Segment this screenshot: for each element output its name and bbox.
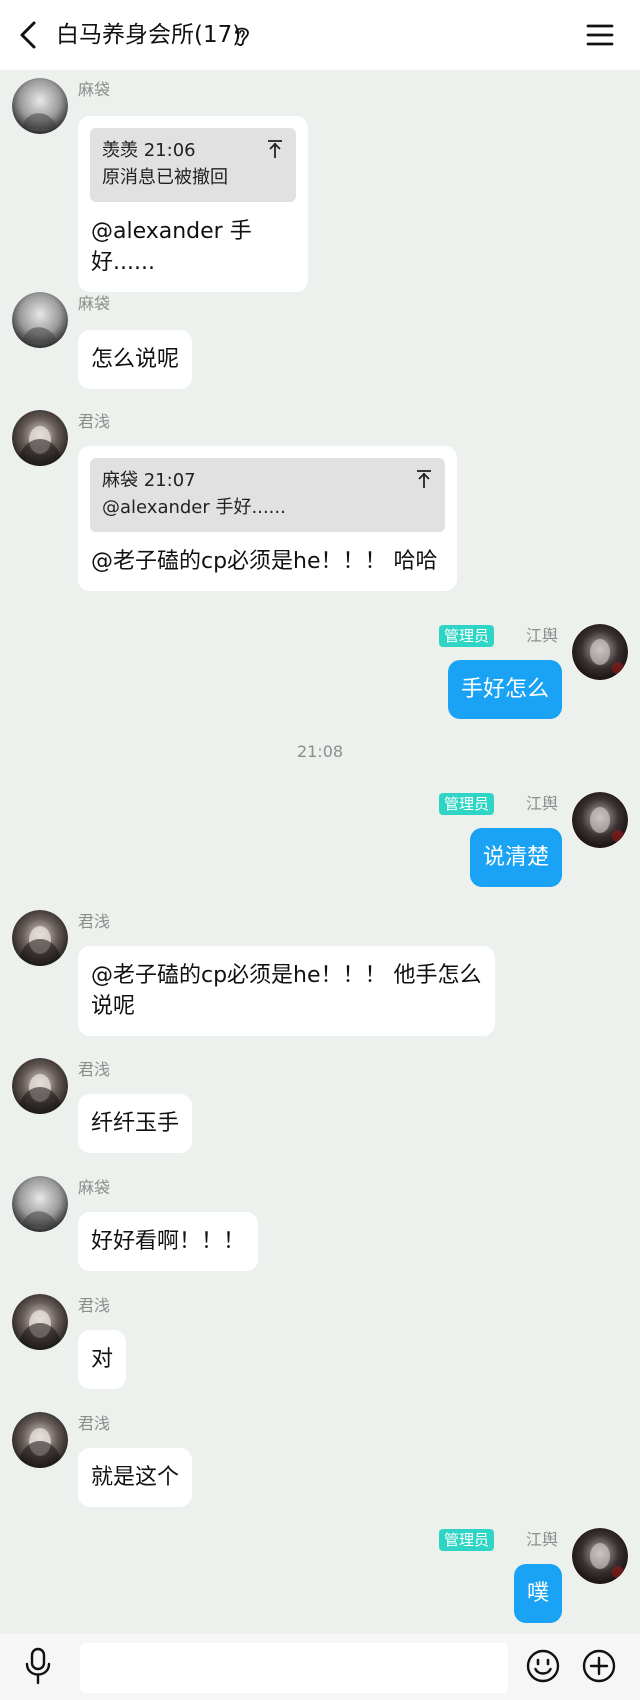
message-text: @老子磕的cp必须是he！！！ 他手怎么说呢 xyxy=(91,963,482,1019)
avatar[interactable] xyxy=(572,792,628,848)
message-text: 手好怎么 xyxy=(460,677,549,702)
sender-name: 麻袋 xyxy=(78,294,111,313)
avatar[interactable] xyxy=(572,1528,628,1584)
avatar[interactable] xyxy=(12,1294,68,1350)
message-text: 怎么说呢 xyxy=(91,347,180,372)
message-bubble[interactable]: 怎么说呢 xyxy=(78,330,193,389)
message-bubble[interactable]: 就是这个 xyxy=(78,1448,193,1507)
sender-name: 君浅 xyxy=(78,912,111,931)
menu-icon[interactable] xyxy=(586,22,614,48)
message-bubble[interactable]: 手好怎么 xyxy=(447,660,562,719)
plus-icon[interactable] xyxy=(582,1649,616,1683)
avatar[interactable] xyxy=(12,1058,68,1114)
sender-name: 麻袋 xyxy=(78,1178,111,1197)
time-divider: 21:08 xyxy=(296,742,344,761)
jump-to-quote-icon[interactable] xyxy=(415,468,433,490)
input-bar xyxy=(0,1634,640,1700)
sender-name: 君浅 xyxy=(78,1060,111,1079)
chat-title[interactable]: 白马养身会所(17) xyxy=(56,18,241,52)
sender-name: 江舆 xyxy=(525,1530,558,1549)
message-text: @alexander 手好...... xyxy=(91,219,252,275)
admin-badge: 管理员 xyxy=(438,793,494,815)
admin-badge: 管理员 xyxy=(438,1529,494,1551)
message-bubble[interactable]: 麻袋 21:07 @alexander 手好...... @老子磕的cp必须是h… xyxy=(78,446,457,591)
avatar[interactable] xyxy=(12,1176,68,1232)
message-bubble[interactable]: @老子磕的cp必须是he！！！ 他手怎么说呢 xyxy=(78,946,495,1036)
quote-header: 麻袋 21:07 xyxy=(102,470,196,491)
jump-to-quote-icon[interactable] xyxy=(266,138,284,160)
message-text: 纤纤玉手 xyxy=(91,1111,180,1136)
message-text: 噗 xyxy=(526,1581,549,1606)
sender-name: 君浅 xyxy=(78,1414,111,1433)
sender-name: 江舆 xyxy=(525,626,558,645)
message-text: 说清楚 xyxy=(482,845,549,870)
message-bubble[interactable]: 说清楚 xyxy=(469,828,562,887)
avatar[interactable] xyxy=(12,1412,68,1468)
message-input[interactable] xyxy=(80,1643,508,1693)
message-text: 好好看啊！！！ xyxy=(91,1229,246,1254)
quote-header: 羡羡 21:06 xyxy=(102,140,196,161)
message-text: 就是这个 xyxy=(91,1465,180,1490)
message-bubble[interactable]: 好好看啊！！！ xyxy=(78,1212,259,1271)
message-bubble[interactable]: 羡羡 21:06 原消息已被撤回 @alexander 手好...... xyxy=(78,116,308,292)
avatar[interactable] xyxy=(12,292,68,348)
sender-name: 君浅 xyxy=(78,1296,111,1315)
emoji-icon[interactable] xyxy=(526,1649,560,1683)
avatar[interactable] xyxy=(12,78,68,134)
microphone-icon[interactable] xyxy=(22,1646,54,1686)
quote-text: @alexander 手好...... xyxy=(102,497,286,518)
avatar[interactable] xyxy=(12,410,68,466)
sender-name: 麻袋 xyxy=(78,80,111,99)
ear-icon[interactable] xyxy=(232,24,252,48)
admin-badge: 管理员 xyxy=(438,625,494,647)
sender-name: 江舆 xyxy=(525,794,558,813)
back-arrow-icon[interactable] xyxy=(14,19,44,51)
message-text: 对 xyxy=(91,1347,114,1372)
message-bubble[interactable]: 对 xyxy=(78,1330,127,1389)
quoted-message[interactable]: 羡羡 21:06 原消息已被撤回 xyxy=(90,128,296,202)
sender-name: 君浅 xyxy=(78,412,111,431)
quoted-message[interactable]: 麻袋 21:07 @alexander 手好...... xyxy=(90,458,445,532)
chat-header: 白马养身会所(17) xyxy=(0,0,640,70)
message-text: @老子磕的cp必须是he！！！ 哈哈 xyxy=(91,549,438,574)
avatar[interactable] xyxy=(572,624,628,680)
message-bubble[interactable]: 噗 xyxy=(513,1564,562,1623)
quote-text: 原消息已被撤回 xyxy=(102,167,228,188)
avatar[interactable] xyxy=(12,910,68,966)
message-bubble[interactable]: 纤纤玉手 xyxy=(78,1094,193,1153)
